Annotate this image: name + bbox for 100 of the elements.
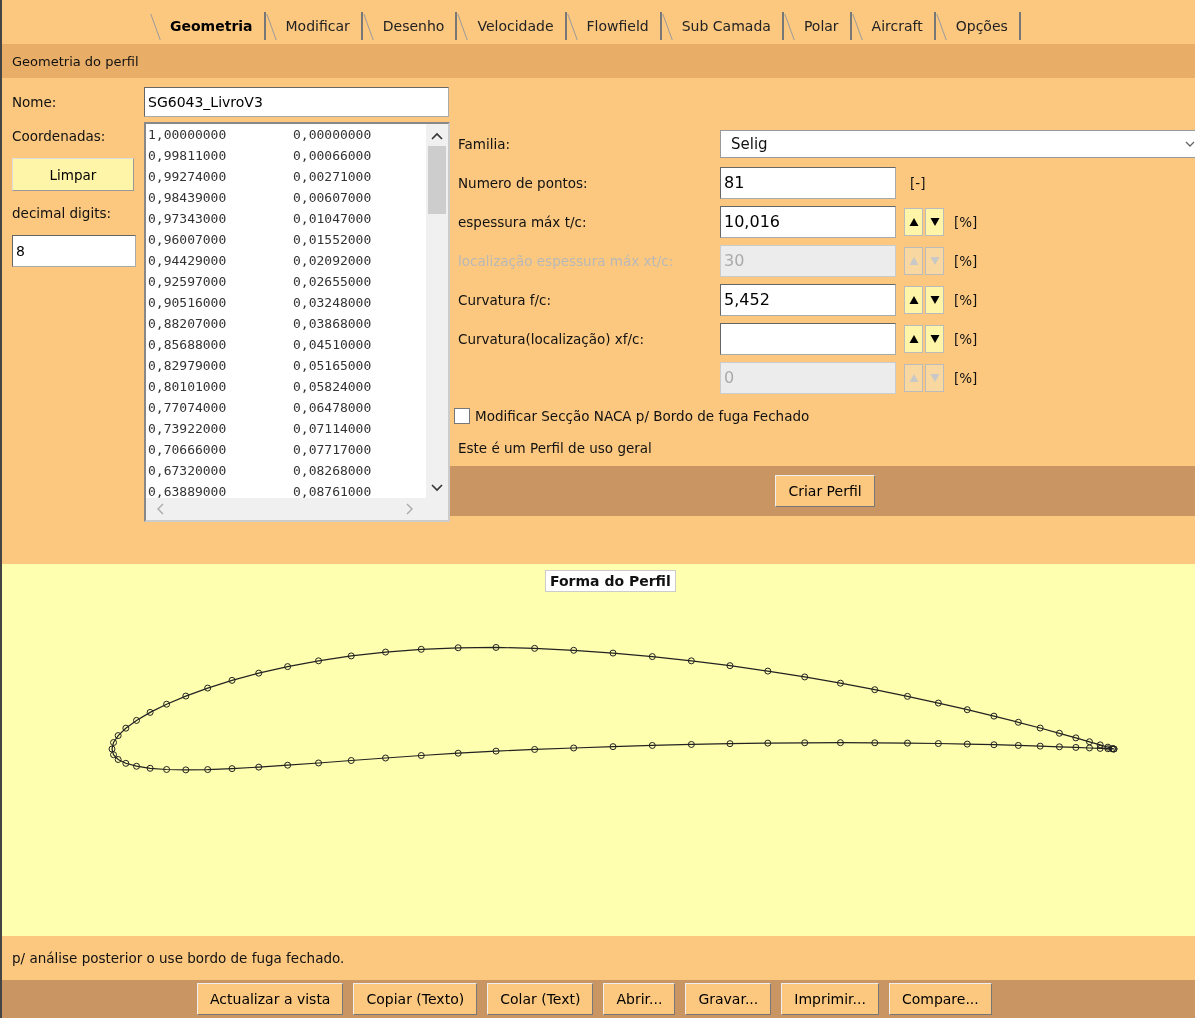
checkbox[interactable] [454,408,470,424]
checkbox-label[interactable]: Modificar Secção NACA p/ Bordo de fuga Fechado [475,408,810,424]
unit-label: [%] [954,213,978,230]
field-label: localização espessura máx xt/c: [458,252,675,269]
coordinate-value: 0,97343000 [148,211,228,228]
coordinate-value: 0,02092000 [293,253,372,270]
coordinate-value: 0,80101000 [148,379,228,396]
coordinate-value: 0,90516000 [148,295,228,312]
coordinate-value: 0,04510000 [293,337,372,354]
status-message: p/ análise posterior o use bordo de fuga fechado. [12,950,345,966]
field-label: Curvatura f/c: [458,291,553,308]
tab[interactable]: Opções [937,12,1021,40]
decrease-button[interactable] [925,207,944,236]
down-triangle-icon [929,294,940,305]
coordinate-value: 0,92597000 [148,274,228,291]
unit-label: [%] [954,369,978,386]
family-dropdown[interactable]: Selig [720,129,1195,158]
coordinate-value: 0,98439000 [148,190,228,207]
plot-title: Forma do Perfil [545,570,676,592]
coordinate-value: 0,01047000 [293,211,372,228]
field-label: Familia: [458,135,512,152]
coordinate-value: 0,08268000 [293,463,372,480]
number-field[interactable]: 10,016 [720,205,896,238]
coordinate-value: 0,00607000 [293,190,372,207]
coordinate-value: 0,99274000 [148,169,228,186]
up-triangle-icon [908,372,919,383]
scroll-down-icon[interactable] [431,484,443,492]
coordinate-value: 0,67320000 [148,463,228,480]
coordinate-value: 0,63889000 [148,484,228,498]
coordinate-value: 0,00271000 [293,169,372,186]
unit-label: [%] [954,252,978,269]
down-triangle-icon [929,255,940,266]
toolbar-button[interactable]: Imprimir... [781,983,879,1015]
digits-field[interactable]: 8 [12,235,136,267]
up-triangle-icon [908,255,919,266]
decrease-button[interactable] [925,324,944,353]
unit-label: [-] [910,174,926,191]
coordinate-value: 0,85688000 [148,337,228,354]
tab[interactable]: Desenho [364,12,458,40]
up-triangle-icon [908,294,919,305]
toolbar-button[interactable]: Actualizar a vista [197,983,344,1015]
down-triangle-icon [929,372,940,383]
field-label: Coordenadas: [12,128,107,144]
coordinates-list[interactable] [144,122,450,522]
down-triangle-icon [929,216,940,227]
coordinate-value: 0,07114000 [293,421,372,438]
coordinate-value: 0,07717000 [293,442,372,459]
coordinate-value: 0,73922000 [148,421,228,438]
tab[interactable]: Velocidade [459,12,567,40]
increase-button[interactable] [904,324,923,353]
toolbar-button[interactable]: Colar (Text) [487,983,594,1015]
tab[interactable]: Geometria [152,12,266,40]
coordinate-value: 0,96007000 [148,232,228,249]
field-label: Nome: [12,94,58,110]
tab[interactable]: Flowfield [568,12,662,40]
scrollbar-thumb[interactable] [428,146,446,214]
coordinate-value: 0,88207000 [148,316,228,333]
name-field[interactable]: SG6043_LivroV3 [144,87,449,117]
coordinate-value: 0,03248000 [293,295,372,312]
decrease-button[interactable] [925,285,944,314]
tab[interactable]: Modificar [267,12,363,40]
increase-button[interactable] [904,207,923,236]
coordinate-value: 0,70666000 [148,442,228,459]
coordinate-value: 0,01552000 [293,232,372,249]
toolbar-button[interactable]: Gravar... [685,983,772,1015]
coordinate-value: 0,00066000 [293,148,372,165]
unit-label: [%] [954,291,978,308]
number-field[interactable]: 5,452 [720,283,896,316]
toolbar-button[interactable]: Abrir... [603,983,676,1015]
coordinate-value: 0,82979000 [148,358,228,375]
coordinate-value: 0,99811000 [148,148,228,165]
number-field[interactable] [720,322,896,355]
toolbar-button[interactable]: Copiar (Texto) [353,983,478,1015]
create-button[interactable]: Criar Perfil [775,475,875,507]
coordinate-value: 0,05824000 [293,379,372,396]
coordinate-value: 0,00000000 [293,127,372,144]
coordinate-value: 0,06478000 [293,400,372,417]
unit-label: [%] [954,330,978,347]
coordinate-value: 1,00000000 [148,127,228,144]
vertical-scrollbar[interactable] [426,124,448,498]
clear-button[interactable]: Limpar [12,158,134,191]
scroll-up-icon[interactable] [431,132,443,140]
coordinate-value: 0,05165000 [293,358,372,375]
coordinate-value: 0,77074000 [148,400,228,417]
increase-button[interactable] [904,285,923,314]
tab[interactable]: Aircraft [853,12,936,40]
field-label: Curvatura(localização) xf/c: [458,330,646,347]
number-field[interactable]: 81 [720,166,896,199]
coordinate-value: 0,08761000 [293,484,372,498]
coordinate-value: 0,02655000 [293,274,372,291]
down-triangle-icon [929,333,940,344]
field-label: Numero de pontos: [458,174,589,191]
toolbar-button[interactable]: Compare... [888,983,992,1015]
field-label: decimal digits: [12,205,113,221]
profile-note: Este é um Perfil de uso geral [458,440,653,458]
section-title: Geometria do perfil [12,53,139,69]
tab[interactable]: Polar [785,12,852,40]
field-label: espessura máx t/c: [458,213,588,230]
up-triangle-icon [908,216,919,227]
tab[interactable]: Sub Camada [663,12,784,40]
